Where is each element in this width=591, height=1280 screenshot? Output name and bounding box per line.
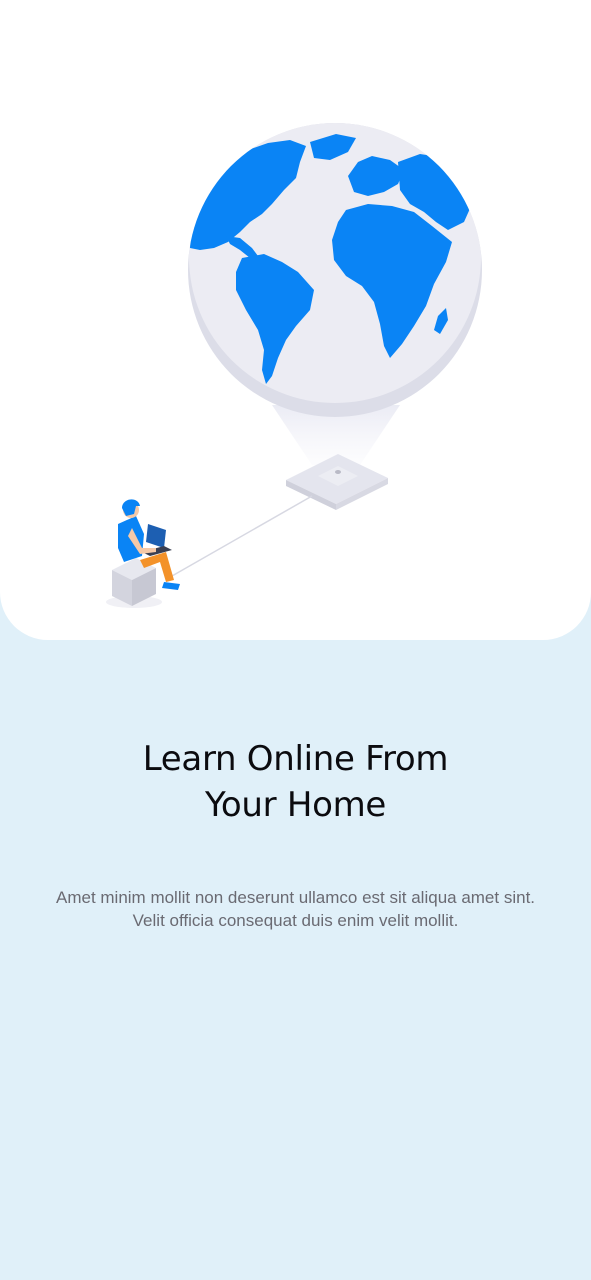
- title-line-2: Your Home: [204, 785, 387, 825]
- title-line-1: Learn Online From: [142, 739, 449, 779]
- globe-learning-illustration: [106, 123, 482, 608]
- illustration-card: [0, 0, 591, 640]
- connection-line: [171, 495, 313, 577]
- onboarding-content: Learn Online From Your Home Amet minim mo…: [0, 640, 591, 1280]
- student-on-laptop-icon: [106, 499, 180, 608]
- onboarding-description: Amet minim mollit non deserunt ullamco e…: [55, 888, 536, 930]
- globe-icon: [188, 123, 482, 417]
- onboarding-title: Learn Online From Your Home: [60, 736, 531, 828]
